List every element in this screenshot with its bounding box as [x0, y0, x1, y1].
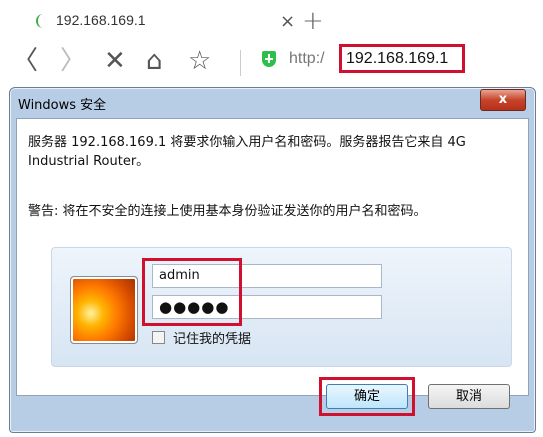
ok-button[interactable]: 确定	[326, 384, 408, 409]
new-tab-button[interactable]: +	[302, 6, 324, 36]
shield-icon[interactable]	[262, 51, 276, 67]
username-field[interactable]: admin	[152, 264, 382, 288]
toolbar-divider	[240, 50, 241, 76]
dialog-close-button[interactable]: x	[480, 89, 526, 111]
back-icon[interactable]: 〈	[12, 46, 38, 76]
loading-icon	[36, 14, 48, 28]
server-message: 服务器 192.168.169.1 将要求你输入用户名和密码。服务器报告它来自 …	[28, 135, 466, 169]
home-icon[interactable]: ⌂	[146, 46, 163, 76]
avatar-icon	[70, 276, 138, 344]
remember-checkbox[interactable]	[152, 331, 165, 344]
password-field[interactable]: ●●●●●	[152, 295, 382, 319]
forward-icon[interactable]: 〉	[60, 46, 86, 76]
dialog-title: Windows 安全	[18, 98, 107, 113]
cancel-button[interactable]: 取消	[428, 384, 510, 409]
favorite-icon[interactable]: ☆	[188, 46, 211, 76]
security-warning: 警告: 将在不安全的连接上使用基本身份验证发送你的用户名和密码。	[28, 204, 427, 219]
tab-close-icon[interactable]: ×	[280, 11, 295, 32]
navigation-bar: 〈 〉 ✕ ⌂ ☆ http:/ 192.168.169.1	[0, 42, 543, 86]
remember-credentials[interactable]: 记住我的凭据	[152, 328, 251, 347]
stop-icon[interactable]: ✕	[104, 46, 126, 76]
remember-label: 记住我的凭据	[173, 332, 252, 347]
credential-panel: admin ●●●●● 记住我的凭据	[51, 247, 512, 367]
address-bar-host[interactable]: 192.168.169.1	[339, 44, 465, 73]
dialog-body: 服务器 192.168.169.1 将要求你输入用户名和密码。服务器报告它来自 …	[16, 118, 529, 396]
windows-security-dialog: Windows 安全 x 服务器 192.168.169.1 将要求你输入用户名…	[9, 87, 536, 433]
tab-title: 192.168.169.1	[56, 12, 146, 28]
url-scheme[interactable]: http:/	[289, 50, 325, 68]
browser-tab[interactable]: 192.168.169.1 ×	[10, 0, 310, 42]
